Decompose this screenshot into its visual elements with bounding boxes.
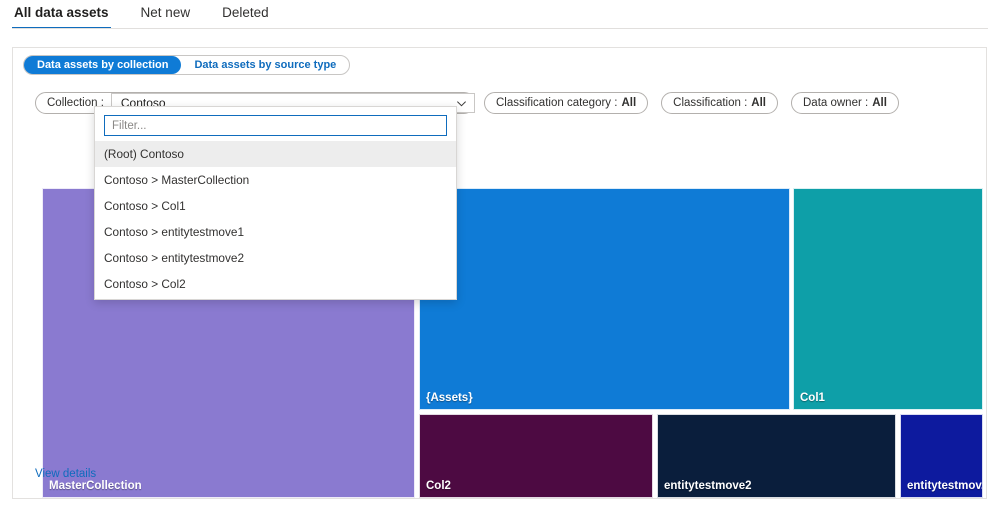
filter-pill-group: Classification category : All Classifica… <box>484 92 912 114</box>
treemap-tile-assets-label: {Assets} <box>426 392 473 404</box>
filter-pill-classification-category[interactable]: Classification category : All <box>484 92 648 114</box>
tab-net-new-label: Net new <box>141 5 191 20</box>
collection-filter-input[interactable] <box>104 115 447 136</box>
collection-dropdown-panel: (Root) Contoso Contoso > MasterCollectio… <box>94 106 457 300</box>
tab-deleted[interactable]: Deleted <box>220 0 271 26</box>
toggle-data-assets-by-source-type-label: Data assets by source type <box>194 56 336 74</box>
dropdown-item-root-contoso[interactable]: (Root) Contoso <box>95 141 456 167</box>
tab-net-new[interactable]: Net new <box>139 0 193 26</box>
tab-all-data-assets-label: All data assets <box>14 5 109 20</box>
dropdown-item-entitytestmove2-label: Contoso > entitytestmove2 <box>104 251 244 265</box>
treemap-tile-entitytestmove2[interactable]: entitytestmove2 <box>657 414 896 498</box>
view-mode-toggle[interactable]: Data assets by collection Data assets by… <box>23 55 350 75</box>
chevron-down-icon <box>456 98 467 109</box>
treemap-tile-col1-label: Col1 <box>800 392 825 404</box>
toggle-data-assets-by-collection[interactable]: Data assets by collection <box>24 56 181 74</box>
treemap-tile-entitytestmove2-label: entitytestmove2 <box>664 480 752 492</box>
filter-pill-classification-label: Classification : <box>673 97 747 109</box>
dropdown-item-col1-label: Contoso > Col1 <box>104 199 186 213</box>
dropdown-item-entitytestmove1-label: Contoso > entitytestmove1 <box>104 225 244 239</box>
treemap-tile-entitytestmove1[interactable]: entitytestmov... <box>900 414 983 498</box>
toggle-data-assets-by-collection-label: Data assets by collection <box>37 56 168 74</box>
dropdown-item-col1[interactable]: Contoso > Col1 <box>95 193 456 219</box>
dropdown-item-mastercollection[interactable]: Contoso > MasterCollection <box>95 167 456 193</box>
page-tab-strip: All data assets Net new Deleted <box>0 0 1000 30</box>
tab-strip-divider <box>12 28 988 29</box>
filter-pill-classification-category-value: All <box>621 97 636 109</box>
treemap-tile-entitytestmove1-label: entitytestmov... <box>907 480 983 492</box>
tab-all-data-assets[interactable]: All data assets <box>12 0 111 26</box>
dropdown-item-mastercollection-label: Contoso > MasterCollection <box>104 173 249 187</box>
treemap-tile-col1[interactable]: Col1 <box>793 188 983 410</box>
view-details-link-label: View details <box>35 468 96 480</box>
dropdown-item-col2-label: Contoso > Col2 <box>104 277 186 291</box>
dropdown-item-root-contoso-label: (Root) Contoso <box>104 147 184 161</box>
toggle-data-assets-by-source-type[interactable]: Data assets by source type <box>181 56 349 74</box>
treemap-tile-mastercollection-label: MasterCollection <box>49 480 142 492</box>
treemap-tile-col2-label: Col2 <box>426 480 451 492</box>
filter-pill-classification-category-label: Classification category : <box>496 97 617 109</box>
dropdown-item-entitytestmove1[interactable]: Contoso > entitytestmove1 <box>95 219 456 245</box>
treemap-tile-col2[interactable]: Col2 <box>419 414 653 498</box>
treemap-tile-assets[interactable]: {Assets} <box>419 188 790 410</box>
dropdown-item-col2[interactable]: Contoso > Col2 <box>95 271 456 297</box>
tab-list: All data assets Net new Deleted <box>12 0 299 26</box>
filter-pill-classification[interactable]: Classification : All <box>661 92 778 114</box>
view-details-link[interactable]: View details <box>35 468 96 480</box>
filter-pill-classification-value: All <box>751 97 766 109</box>
filter-pill-data-owner-label: Data owner : <box>803 97 868 109</box>
dropdown-item-entitytestmove2[interactable]: Contoso > entitytestmove2 <box>95 245 456 271</box>
filter-pill-data-owner[interactable]: Data owner : All <box>791 92 899 114</box>
tab-deleted-label: Deleted <box>222 5 269 20</box>
dropdown-search-wrap <box>95 107 456 141</box>
filter-pill-data-owner-value: All <box>872 97 887 109</box>
